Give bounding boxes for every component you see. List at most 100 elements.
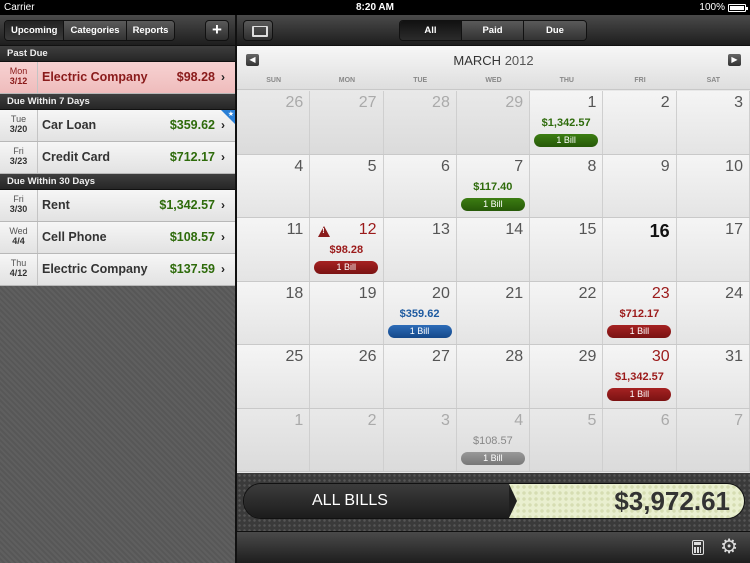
star-badge-icon: ★ <box>221 110 235 124</box>
calendar-day[interactable]: 30 $1,342.57 1 Bill <box>603 345 677 408</box>
calendar-day[interactable]: 29 <box>530 345 604 408</box>
day-number: 1 <box>294 411 304 429</box>
bill-date: Fri 3/30 <box>0 190 38 221</box>
calendar-day[interactable]: 14 <box>456 218 531 281</box>
calendar-day[interactable]: 22 <box>530 281 604 344</box>
bill-name: Electric Company <box>42 70 148 84</box>
calendar-day[interactable]: 9 <box>603 154 677 217</box>
calendar-day[interactable]: 11 <box>237 218 311 281</box>
calendar-day[interactable]: 29 <box>456 91 531 154</box>
year-label: 2012 <box>504 53 534 68</box>
calendar-day[interactable]: 4 $108.57 1 Bill <box>456 408 531 471</box>
tab-upcoming[interactable]: Upcoming <box>5 21 65 40</box>
calendar-day[interactable]: 21 <box>456 281 531 344</box>
bill-weekday: Fri <box>13 146 24 156</box>
calendar-day[interactable]: 12! $98.28 1 Bill <box>310 218 384 281</box>
bill-name: Rent <box>42 198 70 212</box>
total-pill[interactable]: ALL BILLS $3,972.61 <box>243 483 745 519</box>
calendar-day[interactable]: 31 <box>676 345 750 408</box>
bill-count-pill[interactable]: 1 Bill <box>387 324 452 338</box>
calendar-day[interactable]: 8 <box>530 154 604 217</box>
weekday-label: MON <box>338 77 356 84</box>
calendar-day[interactable]: 28 <box>456 345 531 408</box>
calendar-day[interactable]: 15 <box>530 218 604 281</box>
day-number: 17 <box>725 221 743 238</box>
bill-count-pill[interactable]: 1 Bill <box>460 451 525 465</box>
calendar-day[interactable]: 2 <box>310 408 384 471</box>
bill-row[interactable]: Fri 3/30 Rent $1,342.57 › <box>0 190 235 222</box>
calendar-day[interactable]: 7 <box>676 408 750 471</box>
bill-row[interactable]: Wed 4/4 Cell Phone $108.57 › <box>0 222 235 254</box>
bill-weekday: Fri <box>13 194 24 204</box>
calendar-day[interactable]: 3 <box>676 91 750 154</box>
day-number: 10 <box>725 157 743 175</box>
calendar-day[interactable]: 26 <box>237 91 311 154</box>
bill-row[interactable]: Tue 3/20 Car Loan $359.62 › ★ <box>0 110 235 142</box>
bill-count-pill[interactable]: 1 Bill <box>534 134 599 147</box>
bill-count-pill[interactable]: 1 Bill <box>460 197 525 211</box>
day-number: 12 <box>358 221 377 238</box>
inbox-icon[interactable] <box>243 20 273 41</box>
next-month-button[interactable]: ▶ <box>728 54 741 66</box>
calendar-day[interactable]: 24 <box>676 281 750 344</box>
calendar-week: 25 26 27 28 29 30 $1,342.57 1 Bill 31 <box>237 345 750 409</box>
filter-paid[interactable]: Paid <box>462 21 524 40</box>
bill-list: Past Due Mon 3/12 Electric Company $98.2… <box>0 46 235 286</box>
day-number: 21 <box>505 284 524 302</box>
filter-all[interactable]: All <box>400 21 462 40</box>
calendar-day[interactable]: 13 <box>383 218 457 281</box>
day-number: 5 <box>587 411 597 429</box>
calendar-day[interactable]: 19 <box>310 281 384 344</box>
calendar-header: ◀ MARCH 2012 ▶ SUN MON TUE WED THU FRI SAT <box>237 46 750 90</box>
warning-icon: ! <box>318 226 331 237</box>
calculator-icon[interactable] <box>692 540 704 555</box>
calendar-day[interactable]: 2 <box>603 91 677 154</box>
calendar-day[interactable]: 6 <box>383 154 457 217</box>
calendar-day[interactable]: 27 <box>383 345 457 408</box>
add-bill-button[interactable]: + <box>205 20 229 41</box>
calendar-day[interactable]: 4 <box>237 154 311 217</box>
bill-count-pill[interactable]: 1 Bill <box>314 261 379 274</box>
calendar-day[interactable]: 28 <box>383 91 457 154</box>
bill-count-pill[interactable]: 1 Bill <box>607 388 672 401</box>
chevron-right-icon: › <box>221 262 225 276</box>
calendar-day[interactable]: 18 <box>237 281 311 344</box>
day-number: 11 <box>286 221 304 238</box>
calendar-day[interactable]: 26 <box>310 345 384 408</box>
bill-date-number: 3/30 <box>9 204 28 214</box>
gear-icon[interactable]: ⚙ <box>720 536 738 558</box>
chevron-right-icon: › <box>221 230 225 244</box>
day-number: 3 <box>734 94 743 111</box>
calendar-day[interactable]: 7 $117.40 1 Bill <box>456 154 531 217</box>
weekday-label: FRI <box>634 77 646 84</box>
day-number: 22 <box>578 284 597 302</box>
day-number: 25 <box>285 348 304 365</box>
tab-reports[interactable]: Reports <box>126 21 175 40</box>
calendar-day[interactable]: 25 <box>237 345 311 408</box>
calendar-day[interactable]: 17 <box>676 218 750 281</box>
calendar-day[interactable]: 1 $1,342.57 1 Bill <box>530 91 604 154</box>
day-number: 19 <box>358 284 377 302</box>
bill-date: Fri 3/23 <box>0 142 38 173</box>
day-number: 23 <box>651 284 670 302</box>
calendar-day[interactable]: 10 <box>676 154 750 217</box>
bill-row[interactable]: Thu 4/12 Electric Company $137.59 › <box>0 254 235 286</box>
tab-categories[interactable]: Categories <box>64 21 127 40</box>
calendar-day[interactable]: 3 <box>383 408 457 471</box>
section-header: Due Within 30 Days <box>0 174 235 190</box>
calendar-day[interactable]: 23 $712.17 1 Bill <box>603 281 677 344</box>
calendar-day[interactable]: 20 $359.62 1 Bill <box>383 281 457 344</box>
calendar-day[interactable]: 5 <box>310 154 384 217</box>
filter-due[interactable]: Due <box>524 21 586 40</box>
bill-row[interactable]: Fri 3/23 Credit Card $712.17 › <box>0 142 235 174</box>
bill-name: Electric Company <box>42 262 148 276</box>
calendar-day[interactable]: 6 <box>603 408 677 471</box>
bottom-toolbar: ⚙ <box>237 531 750 563</box>
day-number: 20 <box>432 284 450 302</box>
calendar-day[interactable]: 27 <box>310 91 384 154</box>
calendar-day[interactable]: 1 <box>237 408 311 471</box>
calendar-day-today[interactable]: 16 <box>603 218 677 281</box>
bill-count-pill[interactable]: 1 Bill <box>607 324 672 338</box>
bill-row[interactable]: Mon 3/12 Electric Company $98.28 › <box>0 62 235 94</box>
calendar-day[interactable]: 5 <box>530 408 604 471</box>
